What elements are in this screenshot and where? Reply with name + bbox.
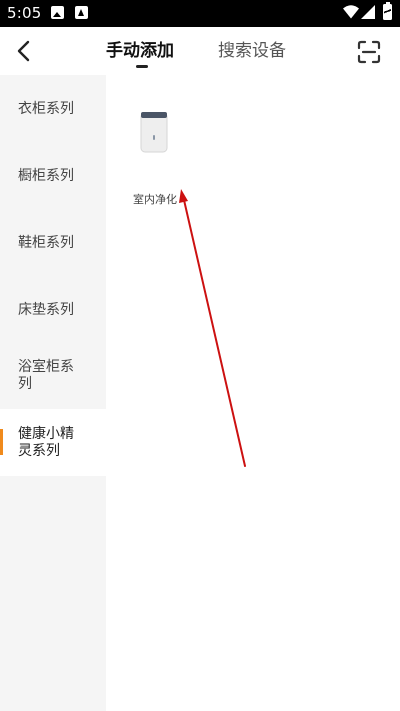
sidebar-item-shoe-cabinet[interactable]: 鞋柜系列	[0, 209, 106, 276]
signal-icon	[361, 5, 375, 19]
active-indicator	[0, 429, 3, 455]
scan-icon[interactable]	[356, 39, 382, 65]
sidebar-item-label: 橱柜系列	[18, 168, 74, 184]
sidebar-item-label: 浴室柜系列	[18, 359, 74, 392]
sidebar-item-wardrobe[interactable]: 衣柜系列	[0, 75, 106, 142]
sidebar-item-cabinet[interactable]: 橱柜系列	[0, 142, 106, 209]
tab-indicator	[136, 65, 148, 68]
device-label: 室内净化	[133, 193, 177, 206]
image-icon	[51, 6, 64, 19]
tab-manual-add[interactable]: 手动添加	[106, 39, 174, 63]
sidebar-item-mattress[interactable]: 床垫系列	[0, 276, 106, 343]
a-app-icon	[75, 6, 88, 19]
header: 手动添加 搜索设备	[0, 27, 400, 75]
battery-charging-icon	[383, 2, 392, 20]
category-sidebar: 衣柜系列 橱柜系列 鞋柜系列 床垫系列 浴室柜系列 健康小精灵系列	[0, 75, 106, 711]
sidebar-item-label: 床垫系列	[18, 302, 74, 318]
sidebar-item-label: 鞋柜系列	[18, 235, 74, 251]
device-grid: 室内净化	[106, 75, 400, 711]
sidebar-item-label: 健康小精灵系列	[18, 426, 74, 459]
chevron-left-icon[interactable]	[10, 37, 38, 65]
status-bar: 5:05	[0, 0, 400, 27]
wifi-icon	[343, 5, 359, 19]
sidebar-item-label: 衣柜系列	[18, 101, 74, 117]
sidebar-item-bathroom-cabinet[interactable]: 浴室柜系列	[0, 343, 106, 409]
sidebar-item-health-elf[interactable]: 健康小精灵系列	[0, 409, 106, 476]
air-purifier-icon	[140, 112, 168, 153]
tab-search-device[interactable]: 搜索设备	[218, 39, 286, 63]
status-time: 5:05	[7, 4, 42, 22]
